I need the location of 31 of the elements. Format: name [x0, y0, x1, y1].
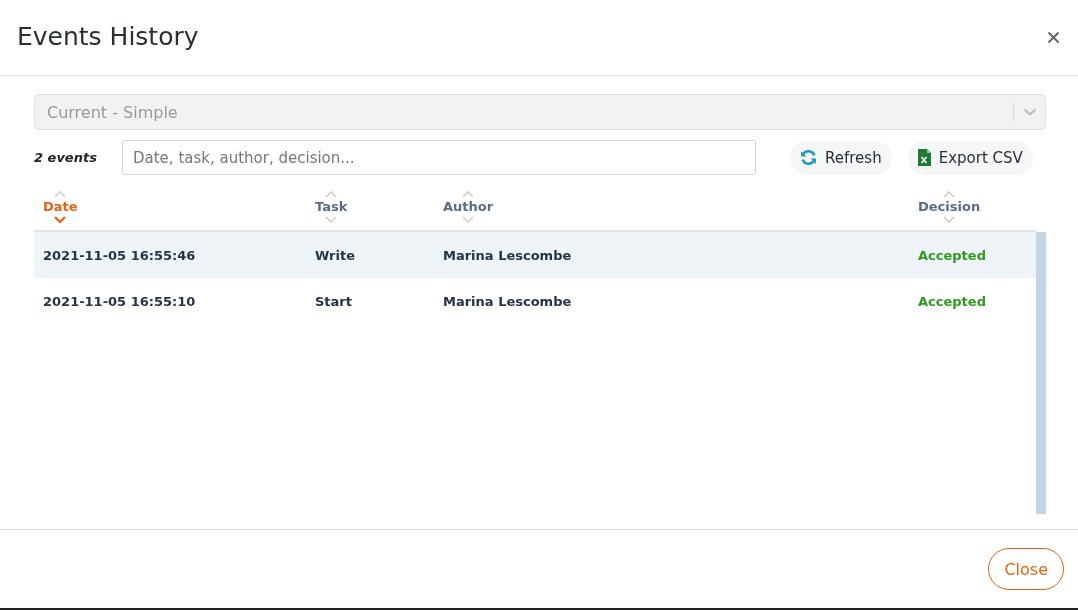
table-cell-text: Accepted — [917, 293, 987, 309]
table-cell-text: Marina Lescombe — [442, 293, 573, 309]
table-row[interactable]: 2021-11-05 16:55:46 Write Marina Lescombe Accepted — [34, 232, 1036, 278]
table-cell-text: Start — [314, 293, 353, 309]
table-cell-text: Write — [314, 247, 356, 263]
sort-down-icon — [461, 215, 476, 224]
refresh-button[interactable]: Refresh — [790, 140, 892, 175]
table-cell-text: 2021-11-05 16:55:46 — [42, 247, 197, 263]
table-cell-text: 2021-11-05 16:55:10 — [42, 293, 197, 309]
column-header[interactable]: Date — [34, 183, 306, 230]
sort-up-icon — [942, 189, 957, 198]
sort-up-icon — [324, 189, 339, 198]
spreadsheet-file-icon — [917, 149, 931, 166]
sort-down-icon — [324, 215, 339, 224]
dialog-title: Events History — [17, 22, 199, 53]
table-cell-text: Marina Lescombe — [442, 247, 573, 263]
sort-up-icon — [53, 189, 68, 198]
sort-up-icon — [461, 189, 476, 198]
chevron-down-icon — [1023, 108, 1037, 116]
event-count: 2 events — [34, 150, 98, 165]
table-cell-text: Accepted — [917, 247, 987, 263]
sort-down-icon — [53, 215, 68, 224]
close-button[interactable]: Close — [988, 548, 1064, 590]
sort-down-icon — [942, 215, 957, 224]
column-header[interactable]: Decision — [909, 183, 1036, 230]
column-header[interactable]: Task — [306, 183, 434, 230]
search-field[interactable]: Date, task, author, decision... — [122, 140, 756, 175]
refresh-icon — [800, 149, 817, 166]
export-button[interactable]: Export CSV — [907, 140, 1033, 175]
scrollbar[interactable] — [1036, 232, 1046, 514]
column-header[interactable]: Author — [434, 183, 909, 230]
